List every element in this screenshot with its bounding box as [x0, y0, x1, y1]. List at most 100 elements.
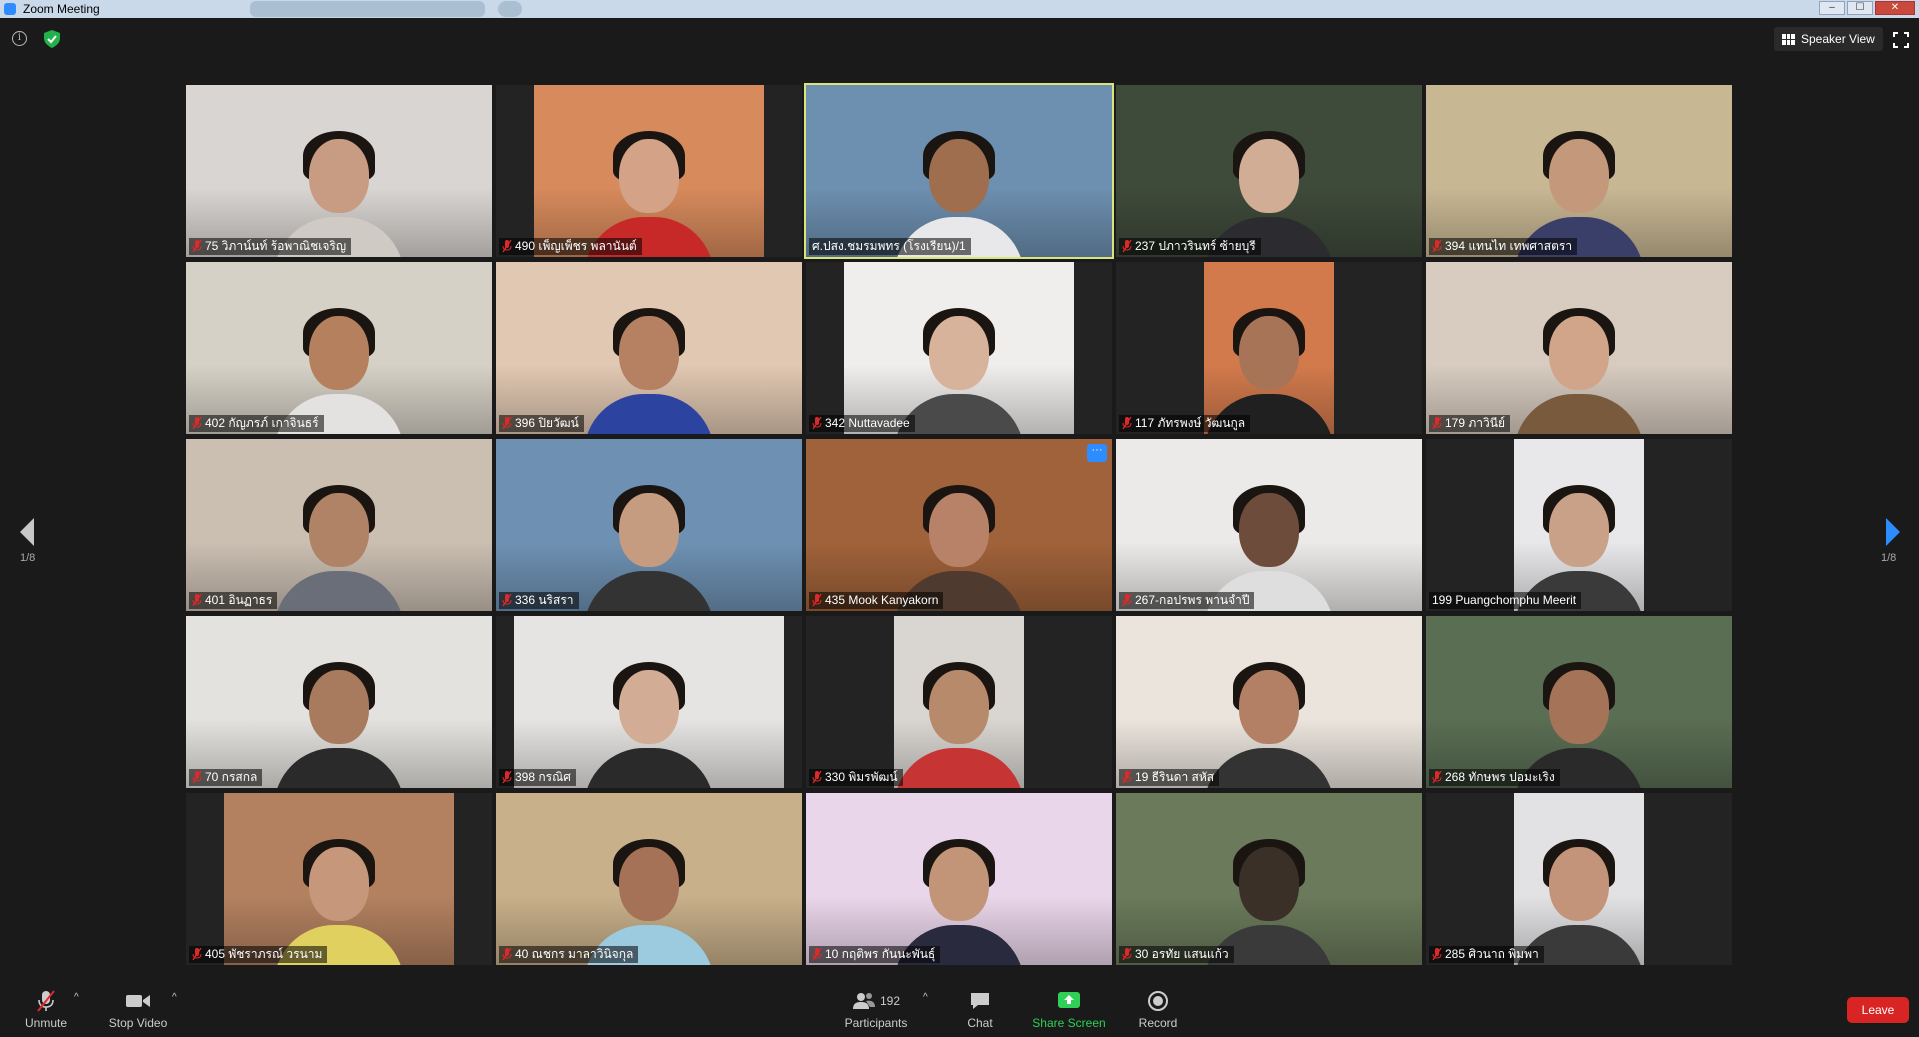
share-screen-button[interactable]: Share Screen: [1030, 989, 1108, 1030]
participant-video-tile[interactable]: 199 Puangchomphu Meerit: [1426, 439, 1732, 611]
background-tab[interactable]: [250, 1, 485, 17]
participant-video-tile[interactable]: 70 กรสกล: [186, 616, 492, 788]
participant-name-label: 342 Nuttavadee: [809, 415, 915, 432]
meeting-toolbar: Unmute ^ Stop Video ^ 192 Participants ^: [0, 979, 1919, 1037]
audio-options-caret-icon[interactable]: ^: [74, 992, 79, 1003]
participant-name-label: ศ.ปสง.ชมรมพทร (โรงเรียน)/1: [809, 238, 971, 255]
participant-video-feed: [534, 85, 764, 257]
participant-video-tile[interactable]: 330 พิมรพัฒน์: [806, 616, 1112, 788]
close-button[interactable]: ✕: [1875, 1, 1915, 15]
gallery-grid-icon: [1782, 33, 1795, 45]
participant-video-feed: [1116, 439, 1422, 611]
participant-name: 10 กฤติพร กันนะพันธุ์: [825, 947, 936, 961]
participant-name: 70 กรสกล: [205, 770, 258, 784]
participant-name: 401 อินฏาธร: [205, 593, 273, 607]
participant-video-feed: [844, 262, 1074, 434]
microphone-muted-icon: [502, 948, 512, 961]
participants-count: 192: [879, 994, 901, 1008]
background-tab-button[interactable]: [498, 1, 522, 17]
next-page-arrow-icon[interactable]: [1882, 512, 1902, 552]
participant-video-feed: [1204, 262, 1334, 434]
participant-name: 394 แทนไท เทพศาสตรา: [1445, 239, 1573, 253]
participant-video-tile[interactable]: 30 อรทัย แสนแก้ว: [1116, 793, 1422, 965]
participant-name-label: 237 ปภาวรินทร์ ซ้ายบุรี: [1119, 238, 1261, 255]
microphone-muted-icon: [1432, 240, 1442, 253]
unmute-button[interactable]: Unmute: [20, 989, 72, 1030]
share-screen-icon: [1058, 992, 1080, 1008]
page-indicator-right: 1/8: [1881, 552, 1897, 564]
participant-video-tile[interactable]: 40 ณชกร มาลาวินิจกุล: [496, 793, 802, 965]
participant-figure: [584, 656, 714, 788]
participant-name-label: 30 อรทัย แสนแก้ว: [1119, 946, 1234, 963]
participant-video-tile[interactable]: 75 วิภาน์นท์ ร้อพาณิชเจริญ: [186, 85, 492, 257]
participant-name-label: 285 ศิวนาถ พิมพา: [1429, 946, 1544, 963]
participant-video-feed: [1116, 616, 1422, 788]
fullscreen-icon[interactable]: [1893, 32, 1909, 48]
minimize-button[interactable]: –: [1819, 1, 1845, 15]
stop-video-button[interactable]: Stop Video: [106, 989, 170, 1030]
participant-name-label: 267-กอปรพร พานจำปี: [1119, 592, 1255, 609]
participant-video-tile[interactable]: 342 Nuttavadee: [806, 262, 1112, 434]
participant-video-feed: [1426, 85, 1732, 257]
participant-video-tile[interactable]: 394 แทนไท เทพศาสตรา: [1426, 85, 1732, 257]
microphone-muted-icon: [192, 240, 202, 253]
participants-options-caret-icon[interactable]: ^: [923, 992, 928, 1003]
maximize-button[interactable]: ☐: [1847, 1, 1873, 15]
microphone-muted-icon: [812, 771, 822, 784]
participant-figure: [274, 479, 404, 611]
record-button[interactable]: Record: [1136, 989, 1180, 1030]
participants-button[interactable]: 192 Participants: [840, 989, 912, 1030]
participant-name-label: 401 อินฏาธร: [189, 592, 278, 609]
microphone-muted-icon: [1122, 417, 1132, 430]
participant-video-feed: [496, 793, 802, 965]
microphone-muted-icon: [502, 594, 512, 607]
participant-video-tile[interactable]: 405 พัชราภรณ์ วรนาม: [186, 793, 492, 965]
participant-name-label: 396 ปิยวัฒน์: [499, 415, 584, 432]
microphone-muted-icon: [502, 240, 512, 253]
participant-video-tile[interactable]: 490 เพ็ญเพ็ชร พลานันต์: [496, 85, 802, 257]
participant-video-feed: [514, 616, 784, 788]
participant-video-tile[interactable]: 117 ภัทรพงษ์ วัฒนกูล: [1116, 262, 1422, 434]
participant-video-tile[interactable]: 19 ธีรินดา สหัส: [1116, 616, 1422, 788]
participant-video-tile[interactable]: 435 Mook Kanyakorn ···: [806, 439, 1112, 611]
chat-button[interactable]: Chat: [960, 989, 1000, 1030]
participant-video-feed: [186, 439, 492, 611]
participant-name: 75 วิภาน์นท์ ร้อพาณิชเจริญ: [205, 239, 347, 253]
participant-video-tile[interactable]: ศ.ปสง.ชมรมพทร (โรงเรียน)/1: [804, 83, 1114, 259]
participant-name: 336 นริสรา: [515, 593, 574, 607]
participant-video-tile[interactable]: 268 ทักษพร ปอมะเริง: [1426, 616, 1732, 788]
microphone-muted-icon: [1432, 417, 1442, 430]
participant-video-tile[interactable]: 398 กรณิศ: [496, 616, 802, 788]
participant-name-label: 398 กรณิศ: [499, 769, 576, 786]
participant-name-label: 75 วิภาน์นท์ ร้อพาณิชเจริญ: [189, 238, 352, 255]
participant-name: 40 ณชกร มาลาวินิจกุล: [515, 947, 634, 961]
participant-name-label: 199 Puangchomphu Meerit: [1429, 592, 1582, 609]
participant-video-tile[interactable]: 401 อินฏาธร: [186, 439, 492, 611]
participant-video-tile[interactable]: 267-กอปรพร พานจำปี: [1116, 439, 1422, 611]
participant-name-label: 330 พิมรพัฒน์: [809, 769, 903, 786]
microphone-muted-icon: [1122, 771, 1132, 784]
video-options-caret-icon[interactable]: ^: [172, 992, 177, 1003]
participant-video-tile[interactable]: 10 กฤติพร กันนะพันธุ์: [806, 793, 1112, 965]
participant-video-tile[interactable]: 285 ศิวนาถ พิมพา: [1426, 793, 1732, 965]
participant-video-tile[interactable]: 336 นริสรา: [496, 439, 802, 611]
participant-figure: [274, 656, 404, 788]
participant-video-tile[interactable]: 402 กัญภรภ์ เกาจินธร์: [186, 262, 492, 434]
meeting-topbar: i Speaker View: [0, 18, 1919, 60]
participant-name-label: 70 กรสกล: [189, 769, 263, 786]
record-icon: [1148, 991, 1168, 1011]
speaker-view-button[interactable]: Speaker View: [1774, 27, 1883, 51]
unmute-label: Unmute: [24, 1016, 68, 1030]
microphone-muted-icon: [192, 948, 202, 961]
more-options-button[interactable]: ···: [1087, 444, 1107, 462]
participant-video-tile[interactable]: 396 ปิยวัฒน์: [496, 262, 802, 434]
participant-video-feed: [496, 439, 802, 611]
participant-video-tile[interactable]: 179 ภาวินีย์: [1426, 262, 1732, 434]
leave-meeting-button[interactable]: Leave: [1847, 997, 1909, 1023]
shield-check-icon[interactable]: [44, 30, 60, 48]
previous-page-arrow-icon[interactable]: [18, 512, 38, 552]
record-label: Record: [1138, 1016, 1178, 1030]
stop-video-label: Stop Video: [108, 1016, 168, 1030]
participant-video-tile[interactable]: 237 ปภาวรินทร์ ซ้ายบุรี: [1116, 85, 1422, 257]
info-icon[interactable]: i: [12, 31, 27, 46]
